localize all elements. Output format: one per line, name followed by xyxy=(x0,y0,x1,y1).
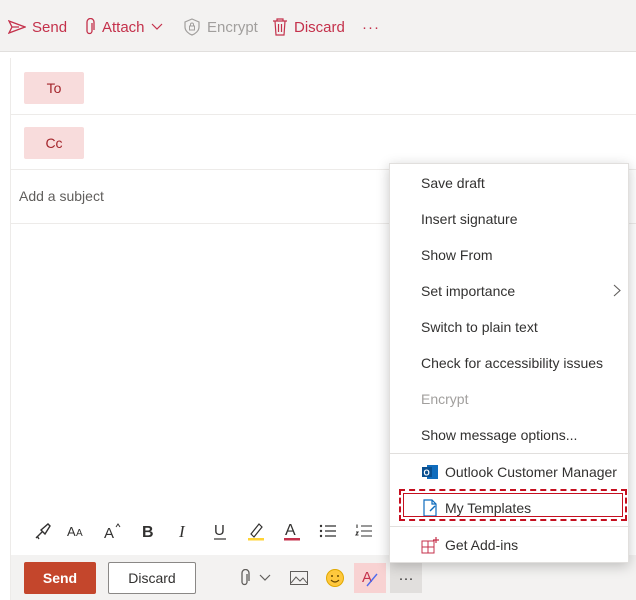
bold-icon[interactable]: B xyxy=(136,519,160,543)
subject-input[interactable]: Add a subject xyxy=(19,188,104,204)
menu-item-label: Show message options... xyxy=(421,427,578,443)
underline-icon[interactable]: U xyxy=(208,519,232,543)
send-button[interactable]: Send xyxy=(24,562,96,594)
format-painter-icon[interactable] xyxy=(31,519,55,543)
svg-text:A: A xyxy=(285,522,296,539)
menu-item-outlook-customer-manager[interactable]: O Outlook Customer Manager xyxy=(390,454,630,490)
emoji-icon[interactable] xyxy=(323,563,347,593)
cc-button[interactable]: Cc xyxy=(24,127,84,159)
menu-item-message-options[interactable]: Show message options... xyxy=(390,417,630,453)
menu-item-get-addins[interactable]: Get Add-ins xyxy=(390,527,630,563)
svg-text:O: O xyxy=(424,469,430,478)
toolbar-send-button[interactable]: Send xyxy=(8,15,67,39)
menu-item-label: Get Add-ins xyxy=(445,537,519,553)
command-toolbar: Send Attach Encrypt Discard ··· xyxy=(0,0,636,52)
toolbar-attach-button[interactable]: Attach xyxy=(84,15,163,39)
editor-icon[interactable]: A xyxy=(354,563,386,593)
grow-font-icon[interactable]: A xyxy=(101,519,125,543)
chevron-right-icon xyxy=(613,284,621,297)
send-label: Send xyxy=(42,570,78,586)
menu-item-accessibility[interactable]: Check for accessibility issues xyxy=(390,345,630,381)
attach-button[interactable] xyxy=(233,563,277,593)
to-label: To xyxy=(46,80,62,96)
cc-label: Cc xyxy=(45,135,63,151)
menu-item-encrypt: Encrypt xyxy=(390,381,630,417)
svg-text:A: A xyxy=(362,569,372,586)
menu-item-plain-text[interactable]: Switch to plain text xyxy=(390,309,630,345)
chevron-down-icon xyxy=(259,574,271,581)
more-options-menu: Save draft Insert signature Show From Se… xyxy=(389,163,630,563)
toolbar-discard-label: Discard xyxy=(294,18,345,36)
more-icon: ··· xyxy=(398,569,414,587)
menu-item-label: Check for accessibility issues xyxy=(421,355,604,371)
svg-text:B: B xyxy=(142,524,154,539)
shield-lock-icon xyxy=(184,18,200,36)
svg-text:A: A xyxy=(76,528,83,539)
trash-icon xyxy=(273,18,287,36)
toolbar-encrypt-label: Encrypt xyxy=(207,18,258,36)
menu-item-label: Show From xyxy=(421,247,493,263)
paperclip-icon xyxy=(86,18,95,35)
discard-label: Discard xyxy=(128,570,176,586)
menu-item-set-importance[interactable]: Set importance xyxy=(390,273,630,309)
svg-text:A: A xyxy=(67,524,76,539)
menu-item-show-from[interactable]: Show From xyxy=(390,237,630,273)
selection-highlight xyxy=(399,489,627,521)
add-ins-icon xyxy=(421,537,439,554)
italic-icon[interactable]: I xyxy=(172,519,196,543)
send-icon xyxy=(8,20,26,34)
numbering-icon[interactable] xyxy=(352,519,376,543)
svg-text:I: I xyxy=(178,523,186,539)
toolbar-more-button[interactable]: ··· xyxy=(362,15,380,39)
toolbar-discard-button[interactable]: Discard xyxy=(272,15,345,39)
toolbar-encrypt-button[interactable]: Encrypt xyxy=(183,15,258,39)
highlight-icon[interactable] xyxy=(244,519,268,543)
font-size-icon[interactable]: AA xyxy=(65,519,89,543)
more-icon: ··· xyxy=(362,18,380,36)
more-options-button[interactable]: ··· xyxy=(390,563,422,593)
menu-item-label: Save draft xyxy=(421,175,485,191)
to-button[interactable]: To xyxy=(24,72,84,104)
paperclip-icon xyxy=(241,569,250,586)
menu-item-label: Set importance xyxy=(421,283,516,299)
menu-item-label: Encrypt xyxy=(421,391,469,407)
menu-item-insert-signature[interactable]: Insert signature xyxy=(390,201,630,237)
menu-item-label: Switch to plain text xyxy=(421,319,538,335)
toolbar-attach-label: Attach xyxy=(102,18,145,36)
menu-item-label: Outlook Customer Manager xyxy=(445,464,617,480)
insert-picture-icon[interactable] xyxy=(287,563,311,593)
chevron-down-icon xyxy=(151,23,162,30)
bullets-icon[interactable] xyxy=(316,519,340,543)
divider xyxy=(11,114,636,115)
outlook-customer-manager-icon: O xyxy=(422,465,438,479)
menu-item-label: Insert signature xyxy=(421,211,518,227)
toolbar-send-label: Send xyxy=(32,18,68,36)
svg-text:U: U xyxy=(214,522,225,539)
menu-item-save-draft[interactable]: Save draft xyxy=(390,165,630,201)
svg-text:A: A xyxy=(104,525,114,540)
font-color-icon[interactable]: A xyxy=(280,519,304,543)
discard-button[interactable]: Discard xyxy=(108,562,196,594)
